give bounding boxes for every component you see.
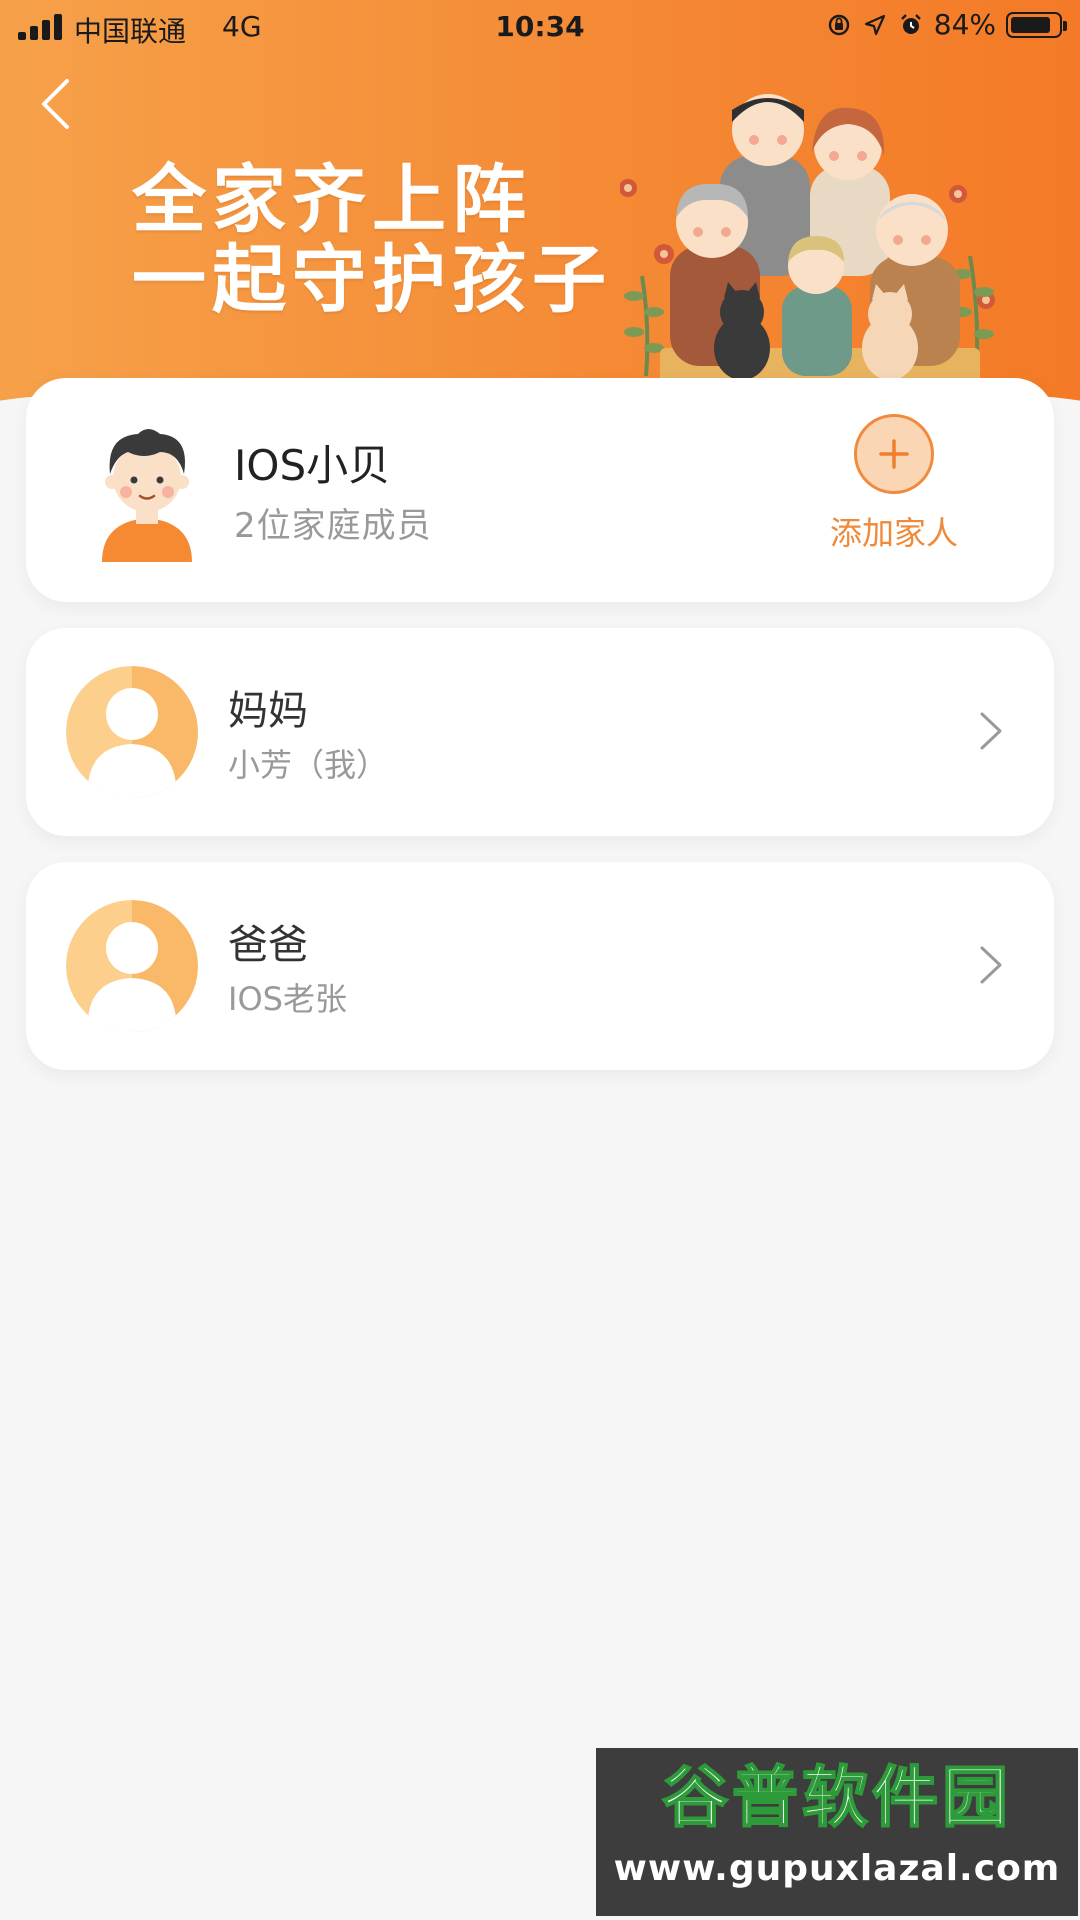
location-icon xyxy=(862,12,888,38)
status-bar: 中国联通 4G 10:34 84% xyxy=(0,0,1080,56)
member-role: 爸爸 xyxy=(228,922,308,968)
battery-percent: 84% xyxy=(933,8,996,41)
chevron-left-icon xyxy=(42,79,69,129)
member-name: 小芳（我） xyxy=(228,746,389,784)
slogan-line-2: 一起守护孩子 xyxy=(132,237,612,323)
chevron-right-icon xyxy=(980,712,1002,750)
header-banner: 中国联通 4G 10:34 84% 全家齐上阵 一起守护孩子 xyxy=(0,0,1080,440)
watermark-logo: 谷普软件园 www.gupuxlazal.com xyxy=(596,1748,1078,1916)
member-row-mom[interactable]: 妈妈 小芳（我） xyxy=(26,628,1054,836)
back-button[interactable] xyxy=(30,74,80,134)
child-avatar xyxy=(102,429,192,562)
alarm-icon xyxy=(898,12,924,38)
watermark-logo-text: 谷普软件园 xyxy=(661,1758,1012,1837)
member-role: 妈妈 xyxy=(228,688,308,734)
plus-icon xyxy=(854,414,934,494)
add-family-button[interactable]: 添加家人 xyxy=(824,414,964,564)
banner-slogan: 全家齐上阵 一起守护孩子 xyxy=(132,160,612,320)
member-avatar xyxy=(66,666,198,798)
add-family-label: 添加家人 xyxy=(829,514,958,552)
member-avatar xyxy=(66,900,198,1032)
family-card: IOS小贝 2位家庭成员 添加家人 xyxy=(26,378,1054,602)
member-name: IOS老张 xyxy=(228,980,347,1018)
battery-icon xyxy=(1006,11,1067,38)
member-count: 2位家庭成员 xyxy=(234,506,432,546)
child-name: IOS小贝 xyxy=(234,441,391,490)
member-row-dad[interactable]: 爸爸 IOS老张 xyxy=(26,862,1054,1070)
chevron-right-icon xyxy=(980,946,1002,984)
watermark-url: www.gupuxlazal.com xyxy=(613,1848,1061,1889)
family-illustration xyxy=(620,94,995,386)
slogan-line-1: 全家齐上阵 xyxy=(132,157,532,243)
orientation-lock-icon xyxy=(826,12,852,38)
